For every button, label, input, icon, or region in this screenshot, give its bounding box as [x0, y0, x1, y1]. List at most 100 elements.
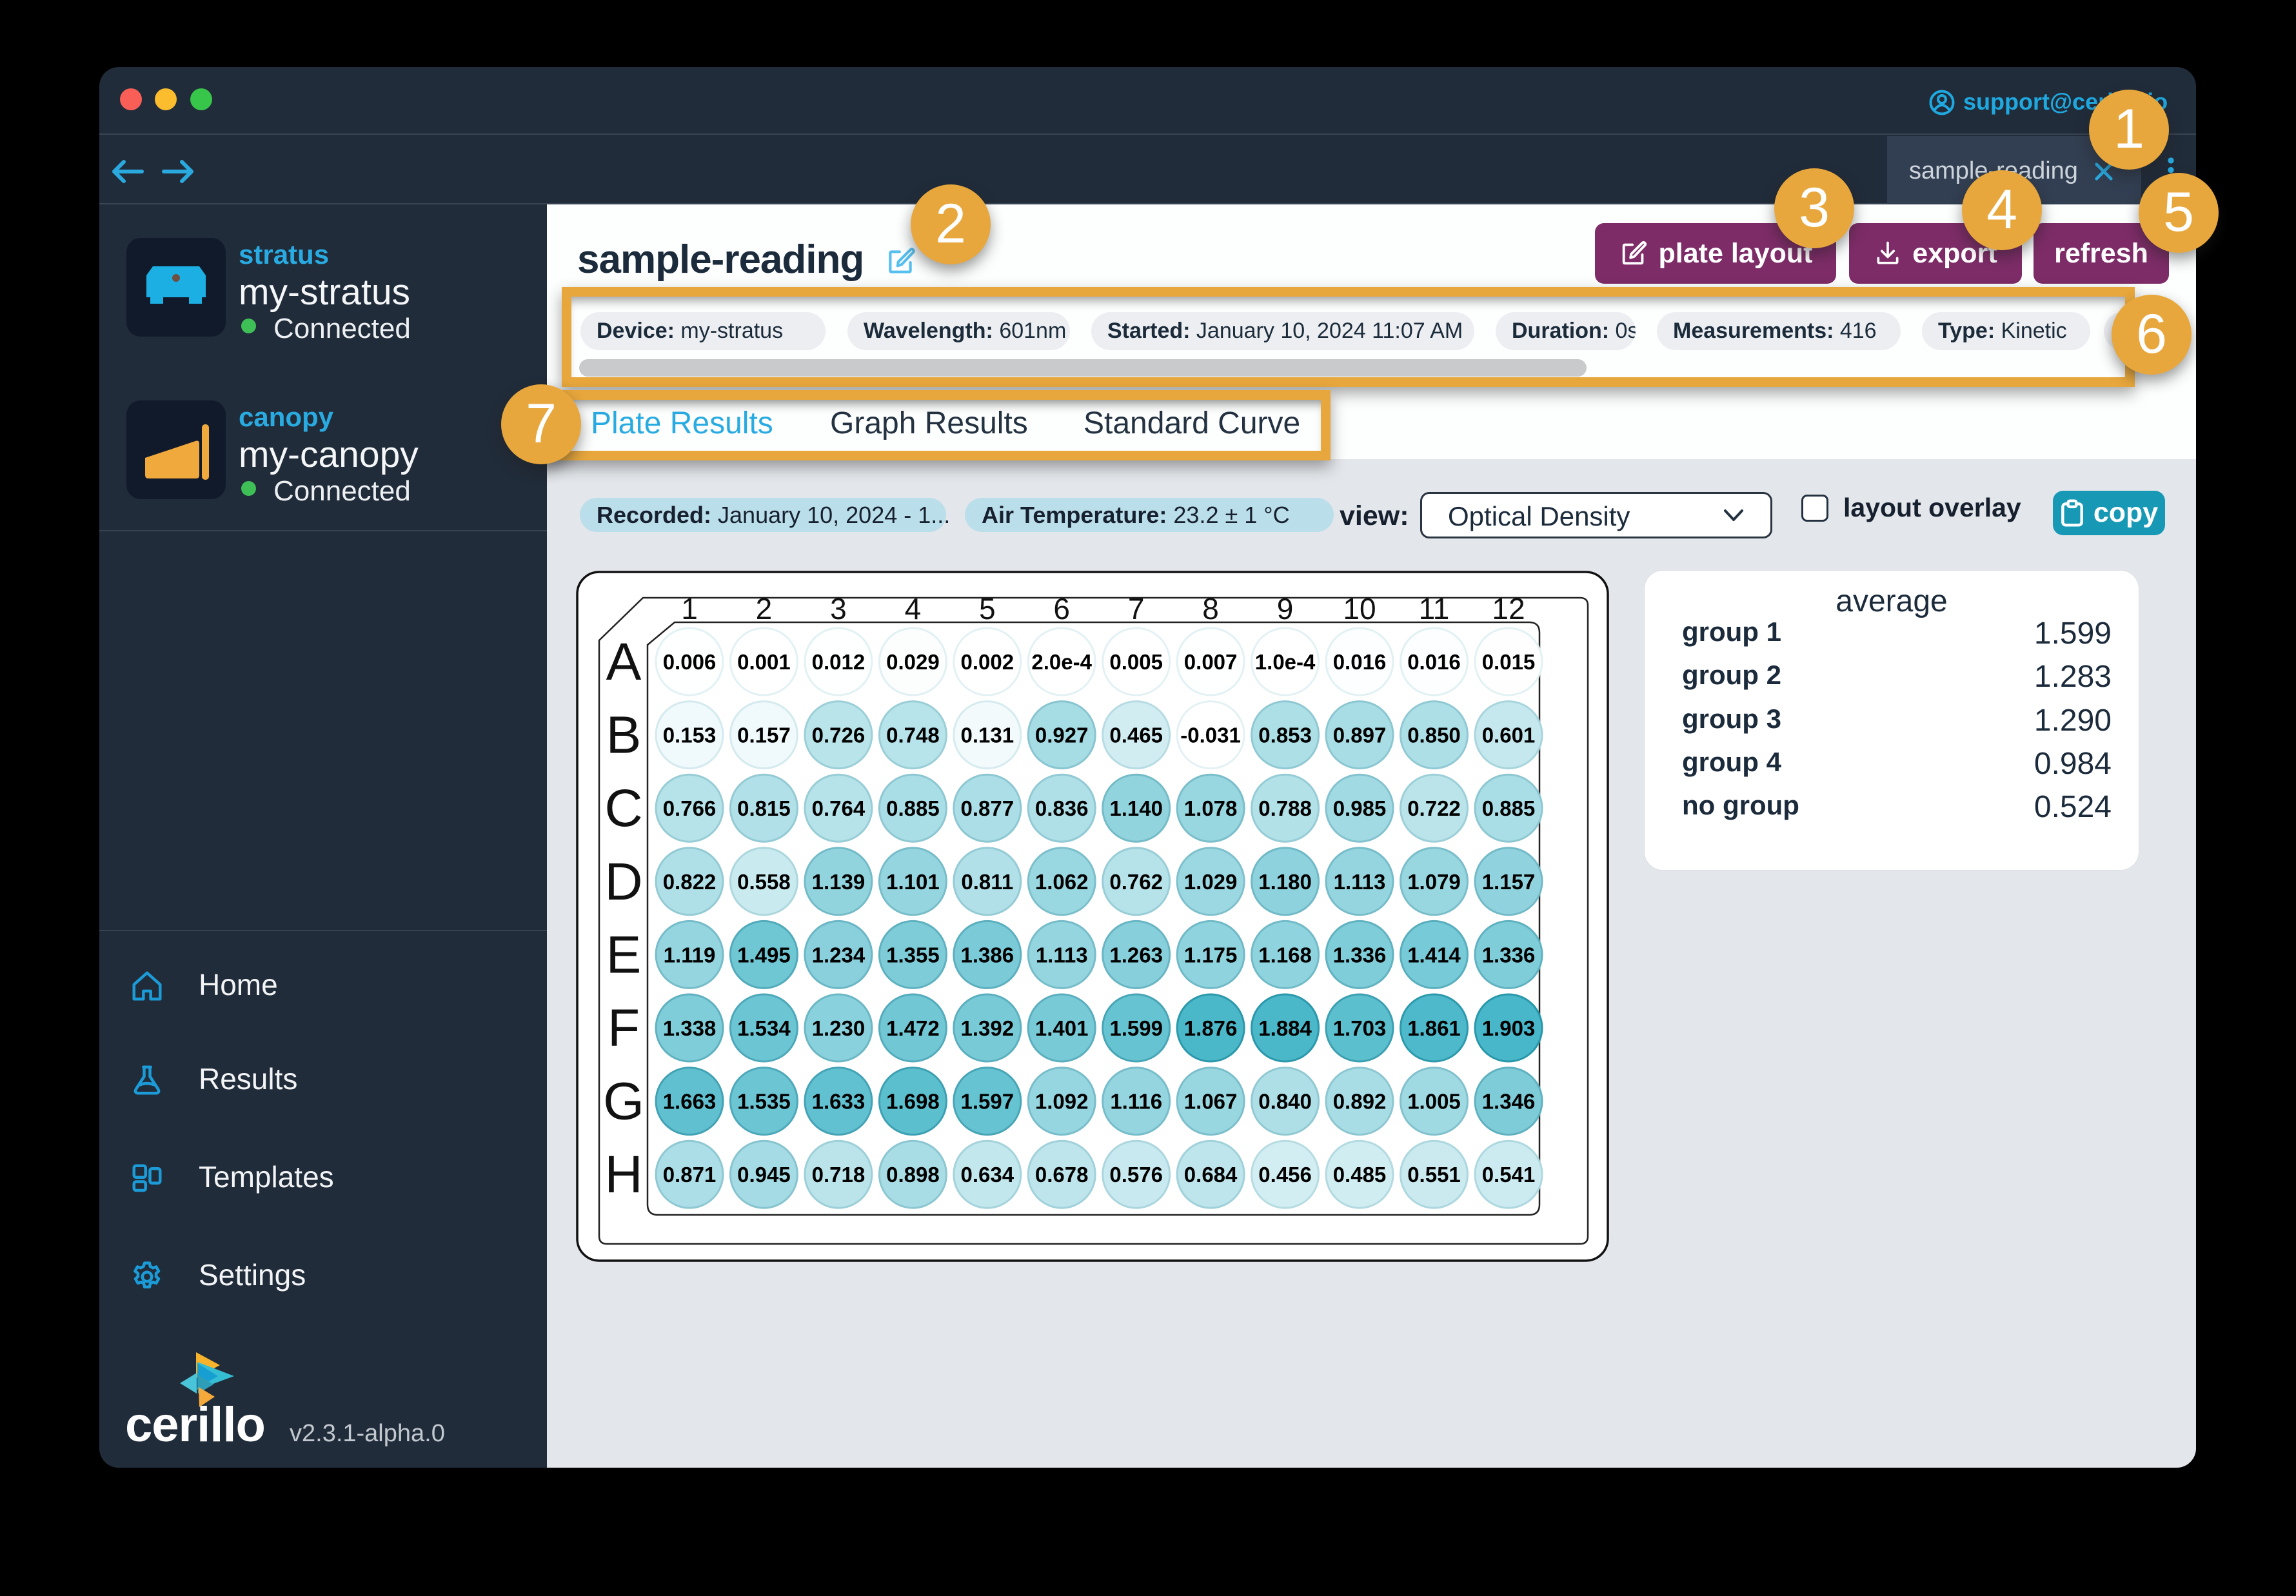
svg-text:1.230: 1.230: [812, 1016, 866, 1040]
svg-text:0.016: 0.016: [1333, 650, 1387, 674]
svg-text:1.078: 1.078: [1184, 796, 1238, 820]
svg-text:0.456: 0.456: [1258, 1163, 1312, 1187]
svg-text:1.346: 1.346: [1482, 1090, 1536, 1114]
svg-text:0.131: 0.131: [961, 724, 1014, 747]
svg-text:C: C: [604, 779, 642, 838]
svg-text:1.599: 1.599: [1109, 1016, 1163, 1040]
svg-text:10: 10: [1343, 592, 1376, 626]
svg-text:0.762: 0.762: [1109, 870, 1163, 894]
svg-text:1.392: 1.392: [961, 1016, 1014, 1040]
svg-text:1.101: 1.101: [886, 870, 940, 894]
svg-text:0.822: 0.822: [663, 870, 717, 894]
svg-text:0.945: 0.945: [737, 1163, 791, 1187]
svg-text:1.663: 1.663: [663, 1090, 717, 1114]
svg-text:1.116: 1.116: [1110, 1090, 1162, 1114]
svg-text:0.927: 0.927: [1035, 724, 1089, 747]
svg-text:1.180: 1.180: [1258, 870, 1312, 894]
svg-text:0.678: 0.678: [1035, 1163, 1089, 1187]
svg-text:H: H: [604, 1145, 642, 1204]
svg-text:0.985: 0.985: [1333, 796, 1387, 820]
svg-text:1.168: 1.168: [1258, 943, 1312, 967]
svg-text:1.903: 1.903: [1482, 1016, 1536, 1040]
svg-text:1.535: 1.535: [737, 1090, 791, 1114]
svg-text:0.748: 0.748: [886, 724, 940, 747]
svg-text:1.698: 1.698: [886, 1090, 940, 1114]
svg-text:G: G: [603, 1072, 644, 1131]
svg-text:0.766: 0.766: [663, 796, 717, 820]
svg-text:1.113: 1.113: [1036, 943, 1088, 967]
svg-text:1.336: 1.336: [1482, 943, 1536, 967]
svg-text:1.157: 1.157: [1482, 870, 1536, 894]
svg-text:0.811: 0.811: [961, 870, 1013, 894]
svg-text:8: 8: [1202, 592, 1219, 626]
svg-text:1.029: 1.029: [1184, 870, 1238, 894]
svg-text:1.005: 1.005: [1407, 1090, 1461, 1114]
svg-text:1.703: 1.703: [1333, 1016, 1387, 1040]
svg-text:11: 11: [1419, 592, 1450, 626]
svg-text:1.079: 1.079: [1407, 870, 1461, 894]
svg-text:0.850: 0.850: [1407, 724, 1461, 747]
svg-text:0.007: 0.007: [1184, 650, 1238, 674]
svg-text:1.386: 1.386: [961, 943, 1014, 967]
svg-text:1.472: 1.472: [886, 1016, 940, 1040]
svg-text:0.016: 0.016: [1407, 650, 1461, 674]
svg-text:0.485: 0.485: [1333, 1163, 1387, 1187]
svg-text:0.764: 0.764: [812, 796, 866, 820]
svg-text:5: 5: [979, 592, 996, 626]
svg-text:9: 9: [1277, 592, 1294, 626]
svg-text:1.876: 1.876: [1184, 1016, 1238, 1040]
svg-text:1.633: 1.633: [812, 1090, 866, 1114]
svg-text:0.836: 0.836: [1035, 796, 1089, 820]
svg-text:1: 1: [681, 592, 698, 626]
svg-text:1.175: 1.175: [1184, 943, 1238, 967]
svg-text:2.0e-4: 2.0e-4: [1031, 650, 1092, 674]
svg-text:0.002: 0.002: [961, 650, 1014, 674]
svg-text:1.140: 1.140: [1109, 796, 1163, 820]
svg-text:0.558: 0.558: [737, 870, 791, 894]
svg-text:1.263: 1.263: [1109, 943, 1163, 967]
svg-text:0.718: 0.718: [812, 1163, 866, 1187]
svg-text:0.465: 0.465: [1109, 724, 1163, 747]
svg-text:0.722: 0.722: [1407, 796, 1461, 820]
svg-text:1.067: 1.067: [1184, 1090, 1238, 1114]
svg-text:1.534: 1.534: [737, 1016, 791, 1040]
svg-text:1.884: 1.884: [1258, 1016, 1312, 1040]
svg-text:1.414: 1.414: [1407, 943, 1461, 967]
svg-text:1.355: 1.355: [886, 943, 940, 967]
svg-text:0.029: 0.029: [886, 650, 940, 674]
svg-text:1.234: 1.234: [812, 943, 866, 967]
svg-text:0.897: 0.897: [1333, 724, 1387, 747]
svg-text:4: 4: [905, 592, 922, 626]
svg-text:12: 12: [1492, 592, 1525, 626]
svg-text:0.012: 0.012: [812, 650, 866, 674]
svg-text:1.113: 1.113: [1334, 870, 1386, 894]
svg-text:A: A: [606, 633, 642, 691]
svg-text:0.684: 0.684: [1184, 1163, 1238, 1187]
svg-text:0.157: 0.157: [737, 724, 791, 747]
svg-text:0.551: 0.551: [1407, 1163, 1461, 1187]
svg-text:0.788: 0.788: [1258, 796, 1312, 820]
svg-text:0.877: 0.877: [961, 796, 1014, 820]
svg-text:0.153: 0.153: [663, 724, 717, 747]
svg-text:0.576: 0.576: [1109, 1163, 1163, 1187]
svg-text:E: E: [606, 925, 642, 984]
svg-text:7: 7: [1128, 592, 1145, 626]
svg-text:1.0e-4: 1.0e-4: [1255, 650, 1316, 674]
svg-text:1.597: 1.597: [961, 1090, 1014, 1114]
svg-text:3: 3: [830, 592, 847, 626]
svg-text:0.541: 0.541: [1482, 1163, 1536, 1187]
svg-text:1.338: 1.338: [663, 1016, 717, 1040]
svg-text:6: 6: [1053, 592, 1070, 626]
svg-text:1.495: 1.495: [737, 943, 791, 967]
svg-text:D: D: [604, 852, 642, 911]
svg-text:0.006: 0.006: [663, 650, 717, 674]
svg-text:1.139: 1.139: [812, 870, 866, 894]
svg-text:0.892: 0.892: [1333, 1090, 1387, 1114]
svg-text:0.898: 0.898: [886, 1163, 940, 1187]
svg-text:0.885: 0.885: [1482, 796, 1536, 820]
svg-text:2: 2: [756, 592, 773, 626]
svg-text:1.336: 1.336: [1333, 943, 1387, 967]
svg-text:0.601: 0.601: [1482, 724, 1536, 747]
svg-text:1.092: 1.092: [1035, 1090, 1089, 1114]
svg-text:0.015: 0.015: [1482, 650, 1536, 674]
